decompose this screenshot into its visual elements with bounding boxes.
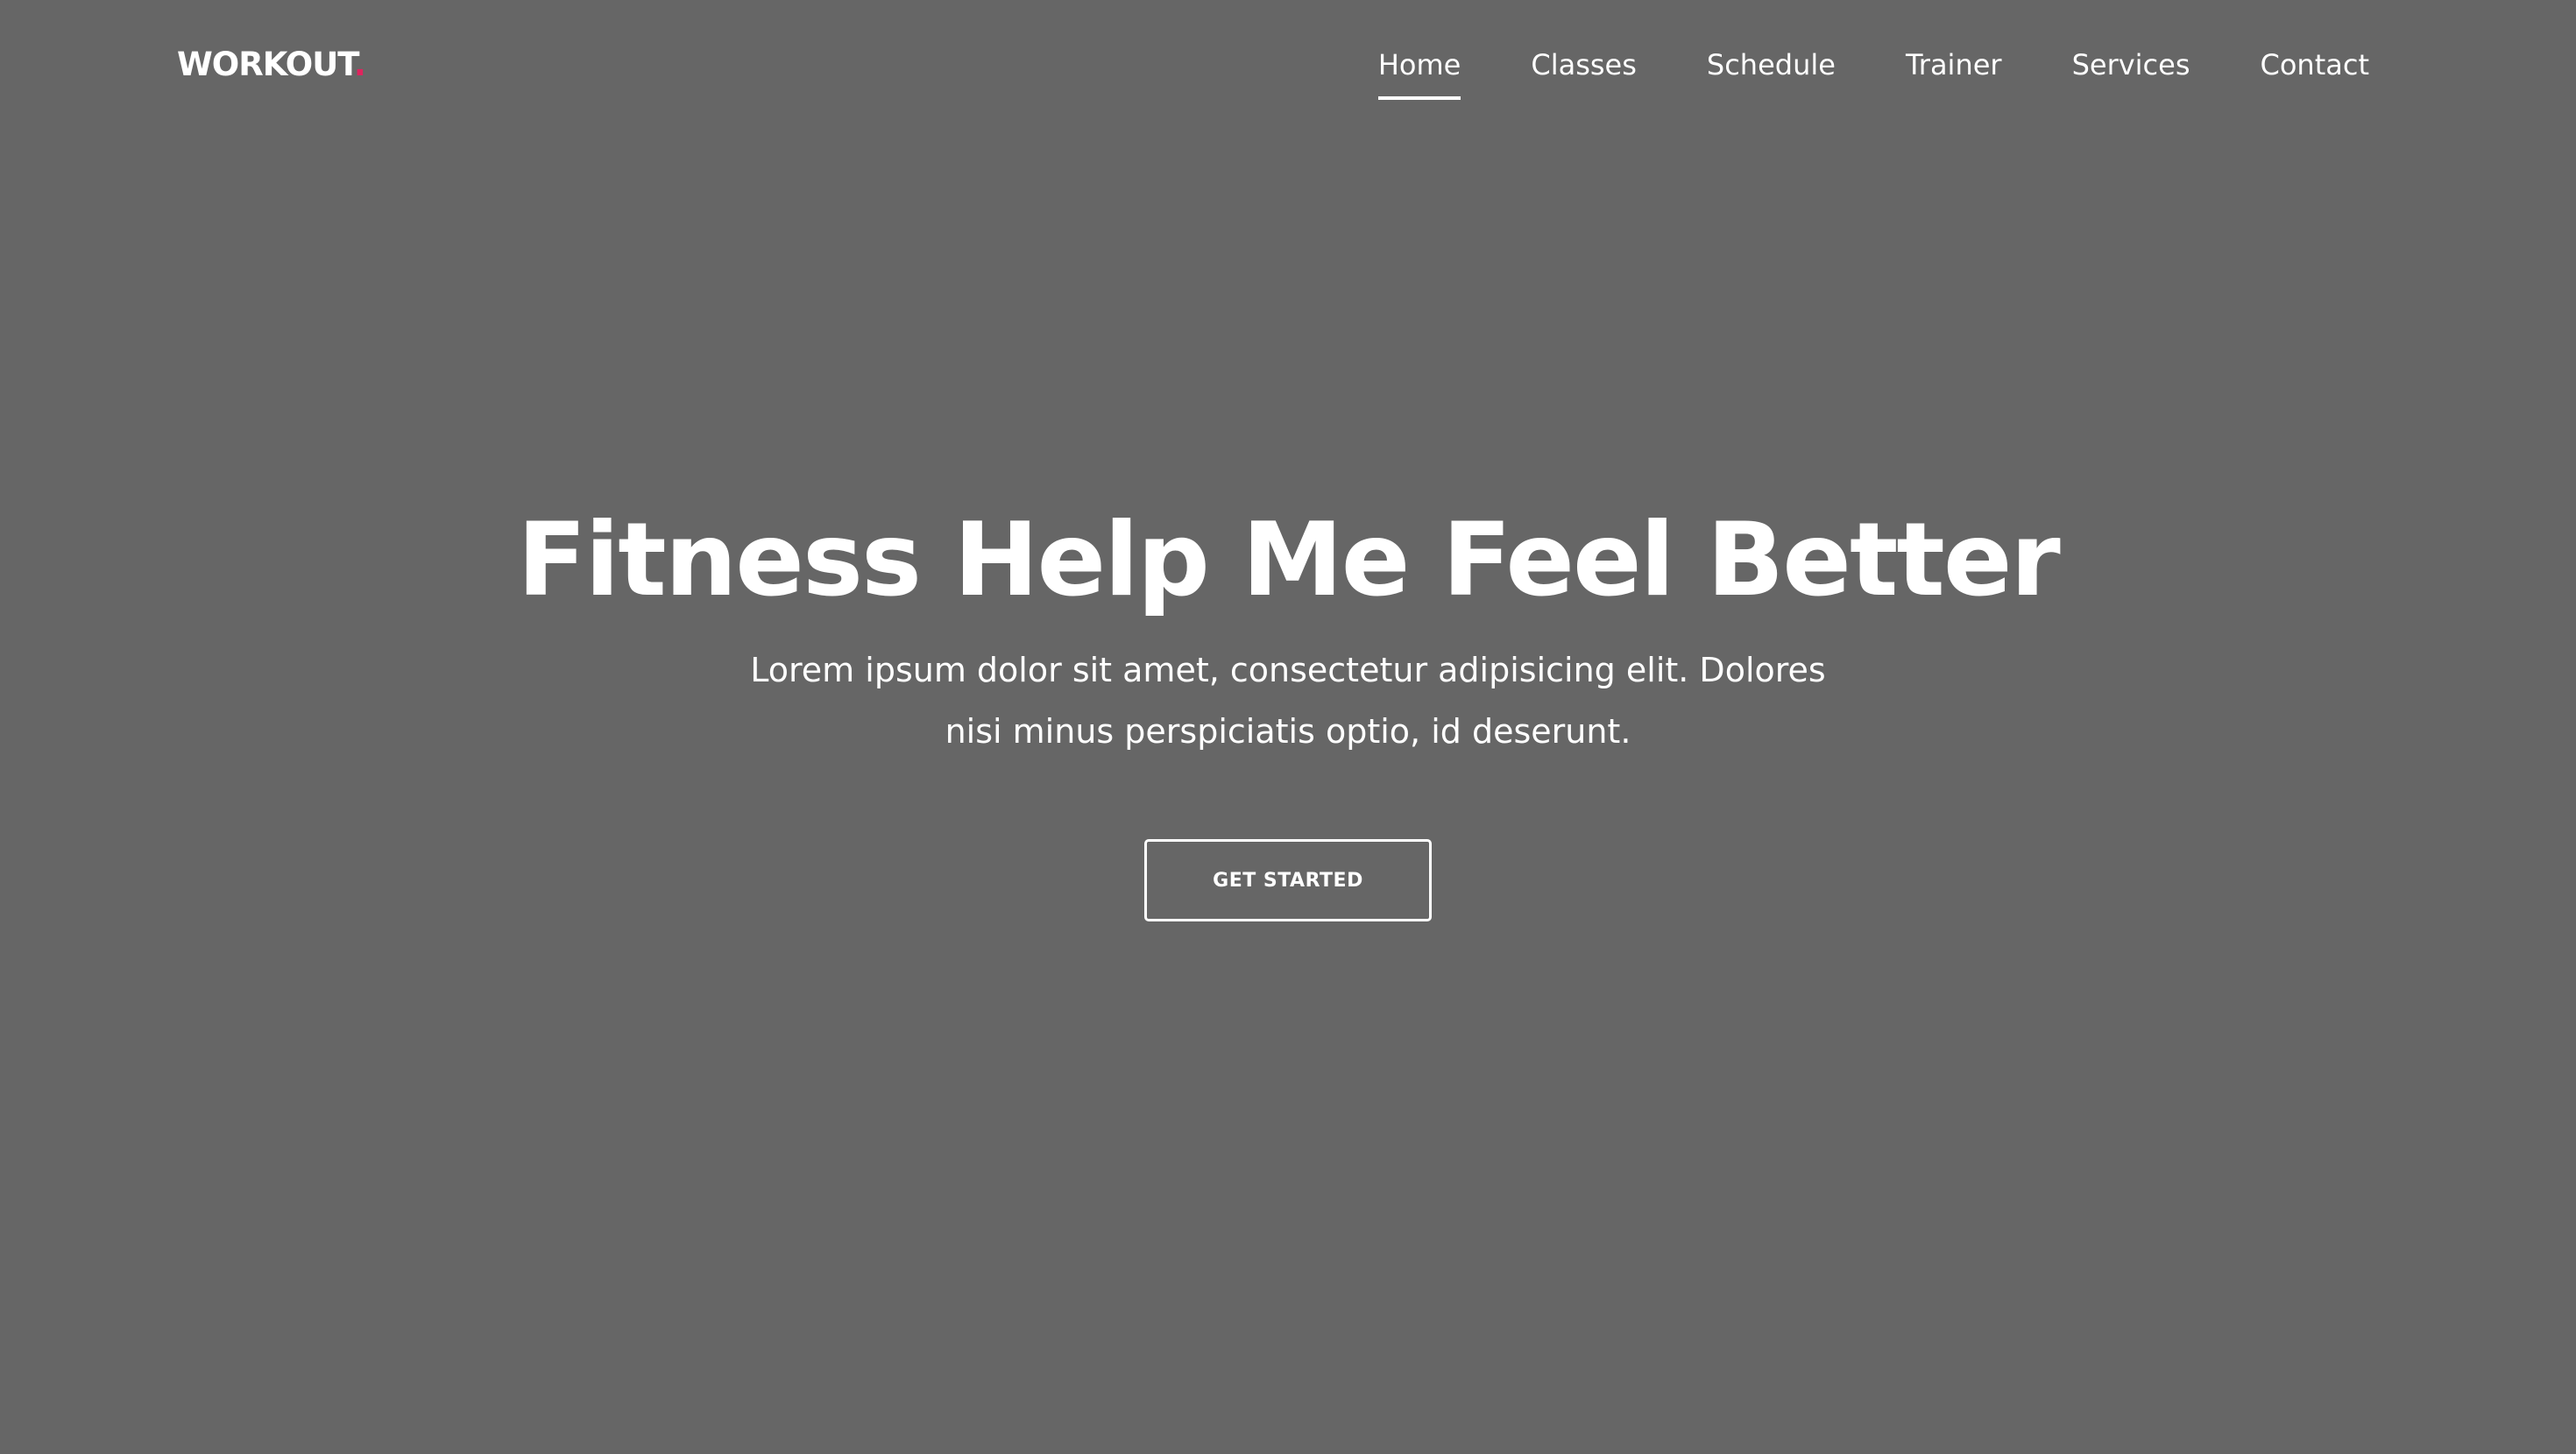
nav-item-trainer[interactable]: Trainer (1906, 40, 2002, 89)
hero-title: Fitness Help Me Feel Better (517, 501, 2061, 619)
nav-item-schedule[interactable]: Schedule (1707, 40, 1836, 89)
main-nav: Home Classes Schedule Trainer Services C… (1377, 40, 2370, 100)
logo[interactable]: WORKOUT. (177, 42, 366, 88)
site-header: WORKOUT. Home Classes Schedule Trainer S… (0, 0, 2576, 131)
hero-subtitle: Lorem ipsum dolor sit amet, consectetur … (750, 651, 1826, 751)
logo-dot: . (353, 46, 366, 83)
hero-section: Fitness Help Me Feel Better Lorem ipsum … (0, 491, 2576, 921)
logo-text: WORKOUT (177, 46, 355, 83)
nav-item-contact[interactable]: Contact (2261, 40, 2370, 89)
nav-item-services[interactable]: Services (2072, 40, 2190, 89)
nav-item-classes[interactable]: Classes (1531, 40, 1637, 89)
nav-item-home[interactable]: Home (1377, 40, 1461, 100)
get-started-button[interactable]: GET STARTED (1144, 839, 1432, 921)
